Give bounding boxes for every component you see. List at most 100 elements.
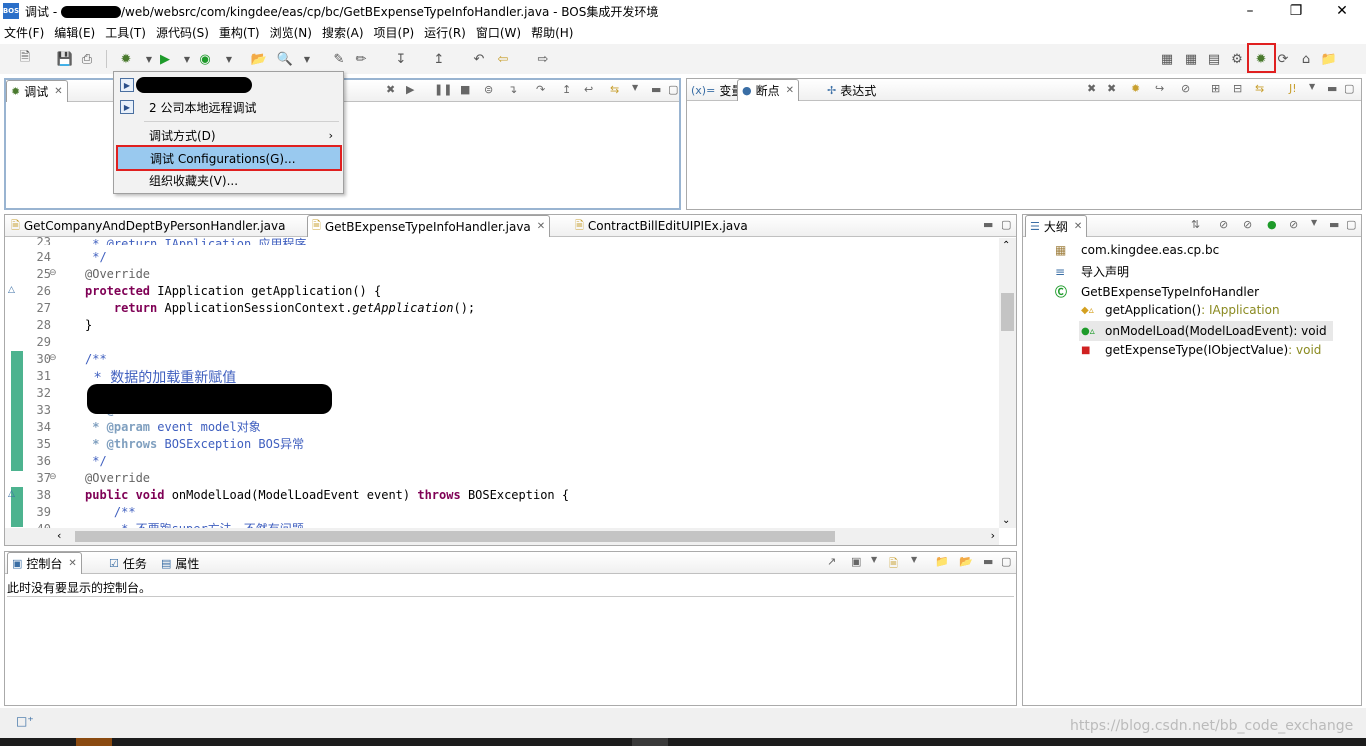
perspective-resource-icon[interactable]: 📁 — [1320, 50, 1338, 68]
sort-icon[interactable]: ⇅ — [1191, 218, 1200, 231]
home-icon[interactable]: ⌂ — [1297, 50, 1315, 68]
prev-annotation-icon[interactable]: ↥ — [430, 50, 448, 68]
close-icon[interactable]: ✕ — [68, 558, 76, 569]
go-to-file-icon[interactable]: ↪ — [1155, 82, 1164, 95]
restore-icon[interactable]: ❐ — [1273, 0, 1319, 22]
open-type-icon[interactable]: 📂 — [250, 50, 268, 68]
collapse-all-icon[interactable]: ⊟ — [1233, 82, 1242, 95]
step-return-icon[interactable]: ↥ — [562, 83, 571, 96]
maximize-icon[interactable]: ▢ — [1001, 555, 1011, 568]
chevron-down-icon[interactable]: ▼ — [911, 555, 917, 564]
minimize-icon[interactable]: ▬ — [1327, 82, 1337, 95]
remove-all-icon[interactable]: ✖ — [1107, 82, 1116, 95]
maximize-icon[interactable]: ▢ — [1344, 82, 1354, 95]
terminate-icon[interactable]: ■ — [460, 83, 470, 96]
tab-expressions[interactable]: ✢ 表达式 — [823, 79, 880, 101]
scrollbar-thumb[interactable] — [1001, 293, 1014, 331]
open-console-icon[interactable]: 🗎 — [889, 555, 898, 574]
chevron-left-icon[interactable]: ‹ — [57, 529, 61, 542]
outline-item-package[interactable]: ▦ com.kingdee.eas.cp.bc — [1055, 243, 1219, 257]
perspective-java-icon[interactable]: ▦ — [1182, 50, 1200, 68]
menu-help[interactable]: 帮助(H) — [527, 24, 577, 41]
close-icon[interactable]: ✕ — [786, 85, 794, 96]
outline-item-method-selected[interactable]: ●▵ onModelLoad(ModelLoadEvent) : void — [1079, 321, 1333, 341]
annotation-icon[interactable]: ✎ — [330, 50, 348, 68]
display-console-icon[interactable]: ▣ — [851, 555, 861, 568]
back-icon[interactable]: ⇦ — [494, 50, 512, 68]
step-over-icon[interactable]: ↷ — [536, 83, 545, 96]
disconnect-icon[interactable]: ⊜ — [484, 83, 493, 96]
maximize-icon[interactable]: ▢ — [1346, 218, 1356, 231]
perspective-team-icon[interactable]: ⚙ — [1228, 50, 1246, 68]
menu-navigate[interactable]: 浏览(N) — [266, 24, 316, 41]
open-folder-icon[interactable]: 📂 — [959, 555, 973, 568]
outline-item-method[interactable]: ◆▵ getApplication() : IApplication — [1081, 303, 1280, 317]
drop-frame-icon[interactable]: ↩ — [584, 83, 593, 96]
chevron-down-icon[interactable]: ▼ — [871, 555, 877, 564]
menu-run[interactable]: 运行(R) — [420, 24, 470, 41]
mark-icon[interactable]: ✏ — [352, 50, 370, 68]
debug-icon[interactable]: ✹ — [117, 50, 135, 68]
pin-console-icon[interactable]: ↗ — [827, 555, 836, 568]
maximize-icon[interactable]: ▢ — [1001, 218, 1011, 231]
menu-item-debug-as[interactable]: 调试方式(D) › — [114, 124, 343, 146]
step-into-icon[interactable]: ↴ — [508, 83, 517, 96]
last-edit-icon[interactable]: ↶ — [470, 50, 488, 68]
taskbar-app[interactable] — [76, 738, 112, 746]
external-tools-icon[interactable]: ◉ — [196, 50, 214, 68]
fold-collapse-icon[interactable]: ⊖ — [49, 268, 57, 278]
chevron-down-icon[interactable]: ▼ — [220, 50, 238, 68]
perspective-hierarchy-icon[interactable]: ▤ — [1205, 50, 1223, 68]
menu-file[interactable]: 文件(F) — [0, 24, 48, 41]
view-menu-icon[interactable]: ▼ — [1311, 218, 1317, 227]
menu-tools[interactable]: 工具(T) — [101, 24, 150, 41]
minimize-icon[interactable]: ▬ — [1329, 218, 1339, 231]
minimize-icon[interactable]: ▬ — [983, 218, 993, 231]
use-step-filters-icon[interactable]: ⇆ — [610, 83, 619, 96]
menu-item-recent-launch-1[interactable]: ▶ — [114, 74, 343, 96]
outline-item-method[interactable]: ■ getExpenseType(IObjectValue) : void — [1081, 343, 1321, 357]
resume-icon[interactable]: ▶ — [406, 83, 414, 96]
chevron-right-icon[interactable]: › — [991, 529, 995, 542]
menu-item-debug-configurations[interactable]: 调试 Configurations(G)... — [116, 145, 342, 171]
close-icon[interactable]: ✕ — [1319, 0, 1365, 22]
next-annotation-icon[interactable]: ↧ — [392, 50, 410, 68]
tab-debug[interactable]: ✹ 调试 ✕ — [6, 80, 68, 102]
tab-properties[interactable]: ▤ 属性 — [157, 552, 203, 574]
suspend-icon[interactable]: ❚❚ — [434, 83, 452, 96]
run-icon[interactable]: ▶ — [156, 50, 174, 68]
fast-view-icon[interactable]: □⁺ — [16, 714, 34, 728]
scrollbar-thumb[interactable] — [75, 531, 835, 542]
new-icon[interactable]: 🗎 — [16, 50, 34, 68]
outline-item-class[interactable]: Ⓒ GetBExpenseTypeInfoHandler — [1055, 283, 1259, 300]
print-icon[interactable]: ⎙ — [78, 50, 96, 68]
search-icon[interactable]: 🔍 — [276, 50, 294, 68]
remove-breakpoint-icon[interactable]: ✖ — [1087, 82, 1096, 95]
minimize-icon[interactable]: ▬ — [983, 555, 993, 568]
menu-search[interactable]: 搜索(A) — [318, 24, 368, 41]
hide-local-types-icon[interactable]: ⊘ — [1289, 218, 1298, 231]
show-supported-icon[interactable]: ✹ — [1131, 82, 1140, 95]
menu-item-organize-favorites[interactable]: 组织收藏夹(V)... — [114, 169, 343, 191]
tab-outline[interactable]: ☰ 大纲 ✕ — [1025, 215, 1088, 237]
editor-vertical-scrollbar[interactable]: ⌃ ⌄ — [999, 238, 1016, 528]
menu-project[interactable]: 项目(P) — [370, 24, 419, 41]
view-menu-icon[interactable]: ▼ — [1309, 82, 1315, 91]
forward-icon[interactable]: ⇨ — [534, 50, 552, 68]
fold-collapse-icon[interactable]: ⊖ — [49, 472, 57, 482]
fold-collapse-icon[interactable]: ⊖ — [49, 353, 57, 363]
open-perspective-icon[interactable]: ▦ — [1158, 50, 1176, 68]
add-java-exception-icon[interactable]: J! — [1289, 82, 1297, 95]
tab-console[interactable]: ▣ 控制台 ✕ — [7, 552, 82, 574]
hide-static-icon[interactable]: ⊘ — [1243, 218, 1252, 231]
perspective-sync-icon[interactable]: ⟳ — [1274, 50, 1292, 68]
outline-item-imports[interactable]: ≡ 导入声明 — [1055, 263, 1129, 280]
link-with-view-icon[interactable]: ⇆ — [1255, 82, 1264, 95]
remove-terminated-icon[interactable]: ✖ — [386, 83, 395, 96]
menu-item-recent-launch-2[interactable]: ▶ 2 公司本地远程调试 — [114, 96, 343, 118]
menu-edit[interactable]: 编辑(E) — [50, 24, 99, 41]
chevron-down-icon[interactable]: ▼ — [298, 50, 316, 68]
chevron-down-icon[interactable]: ▼ — [178, 50, 196, 68]
tab-editor-file-3[interactable]: 🗎 ContractBillEditUIPIEx.java — [571, 215, 752, 237]
expand-all-icon[interactable]: ⊞ — [1211, 82, 1220, 95]
